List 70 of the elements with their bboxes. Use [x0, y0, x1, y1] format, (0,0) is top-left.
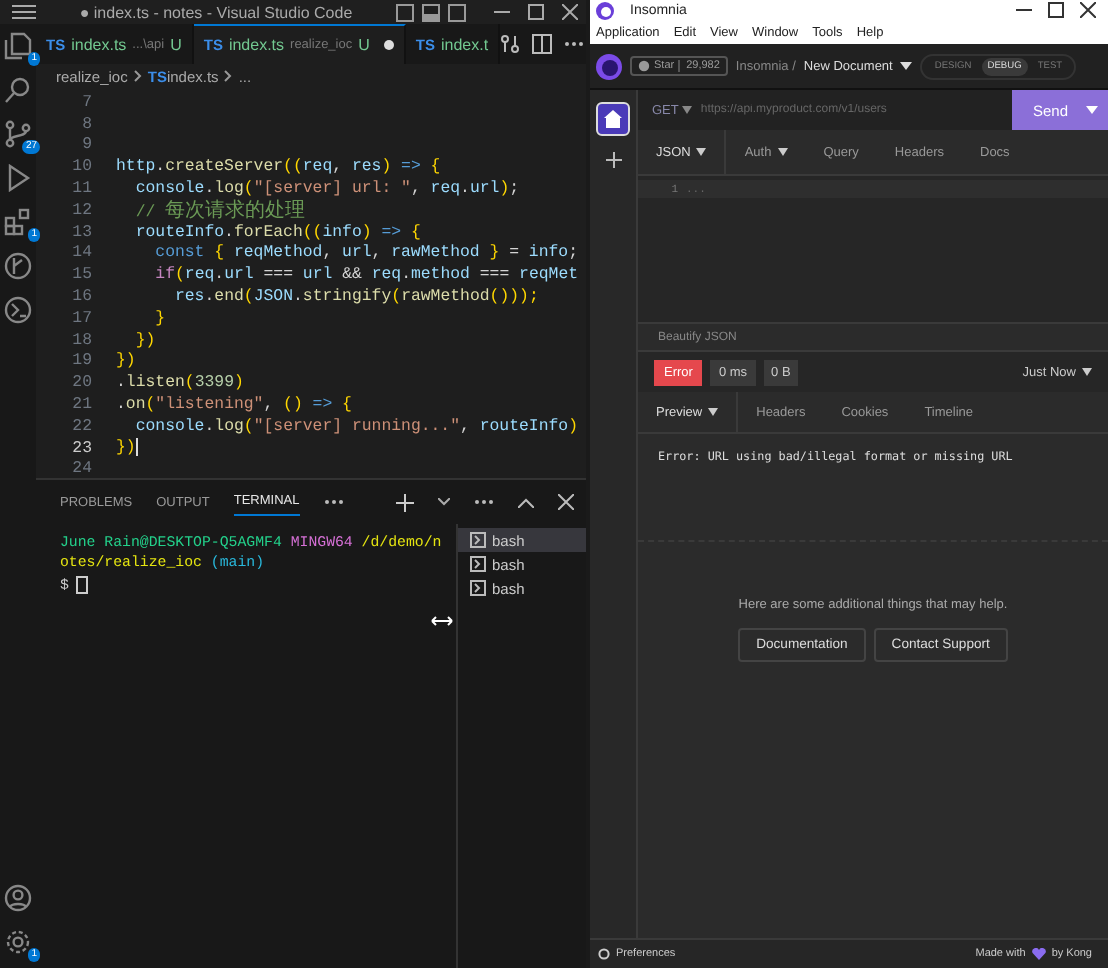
line-number: 12 — [70, 201, 92, 220]
split-icon[interactable] — [532, 34, 553, 54]
chevron-down-icon[interactable] — [438, 498, 450, 506]
close-icon[interactable] — [1080, 2, 1096, 18]
terminal-icon — [470, 532, 486, 548]
line-number: 9 — [80, 136, 92, 155]
line-number: 10 — [70, 158, 92, 177]
code-line: routeInfo.forEach((info) => { — [133, 223, 421, 242]
more-icon[interactable] — [323, 498, 344, 506]
code-line: }) — [116, 438, 138, 458]
code-line: }) — [116, 352, 136, 371]
resize-cursor-icon — [430, 616, 454, 626]
line-number: 7 — [80, 93, 92, 112]
line-number: 16 — [70, 288, 92, 307]
line-number: 22 — [70, 417, 92, 436]
chevron-up-icon[interactable] — [518, 497, 534, 507]
unsaved-dot-icon[interactable] — [383, 40, 394, 50]
code-line: .on("listening", () => { — [116, 396, 352, 415]
caret-icon — [682, 106, 693, 114]
app-logo-icon[interactable] — [596, 53, 622, 79]
extensions-icon[interactable] — [4, 208, 32, 236]
line-number: 14 — [70, 244, 92, 263]
compare-icon[interactable] — [500, 34, 521, 54]
line-number: 13 — [70, 223, 92, 242]
files-icon[interactable] — [4, 32, 32, 60]
heart-icon — [1031, 948, 1046, 960]
code-line: res.end(JSON.stringify(rawMethod())); — [172, 288, 539, 307]
line-number: 17 — [70, 309, 92, 328]
graph-icon[interactable] — [4, 252, 32, 280]
code-line: console.log("[server] running...", routeInfo) — [133, 417, 578, 436]
line-number: 23 — [70, 439, 92, 458]
chevron-right-icon — [133, 70, 142, 82]
code-line: http.createServer((req, res) => { — [116, 158, 441, 177]
home-button[interactable] — [596, 102, 630, 136]
line-number: 8 — [80, 115, 92, 134]
line-number: 24 — [70, 460, 92, 479]
line-number: 20 — [70, 374, 92, 393]
caret-icon — [1082, 368, 1092, 376]
terminal-icon — [470, 556, 486, 572]
line-number: 15 — [70, 266, 92, 285]
close-icon[interactable] — [558, 494, 574, 510]
settings-icon[interactable] — [4, 928, 32, 956]
code-line: } — [153, 309, 166, 328]
plus-icon[interactable] — [396, 493, 414, 511]
account-icon[interactable] — [4, 884, 32, 912]
chevron-right-icon — [224, 70, 233, 82]
run-icon[interactable] — [4, 164, 32, 192]
line-number: 18 — [70, 331, 92, 350]
close-icon[interactable] — [562, 4, 578, 20]
menu-icon[interactable] — [12, 4, 36, 20]
line-number: 11 — [70, 180, 92, 199]
code-line: }) — [133, 331, 156, 350]
more-icon[interactable] — [474, 498, 494, 506]
more-icon[interactable] — [564, 40, 585, 48]
code-line: .listen(3399) — [116, 374, 244, 393]
code-line: // 每次请求的处理 — [133, 197, 306, 225]
code-line: if(req.url === url && req.method === reqMet — [153, 266, 579, 285]
line-number: 19 — [70, 352, 92, 371]
search-icon[interactable] — [4, 76, 32, 104]
plus-icon[interactable] — [605, 152, 621, 168]
maximize-icon[interactable] — [528, 4, 544, 20]
maximize-icon[interactable] — [1048, 2, 1064, 18]
caret-icon[interactable] — [900, 62, 913, 70]
home-icon — [604, 110, 622, 128]
remote-icon[interactable] — [4, 296, 32, 324]
terminal-icon — [470, 580, 486, 596]
code-line: console.log("[server] url: ", req.url); — [133, 180, 520, 199]
window-title: ● index.ts - notes - Visual Studio Code — [77, 3, 355, 21]
code-line: const { reqMethod, url, rawMethod } = info; — [153, 244, 578, 263]
line-number: 21 — [70, 396, 92, 415]
